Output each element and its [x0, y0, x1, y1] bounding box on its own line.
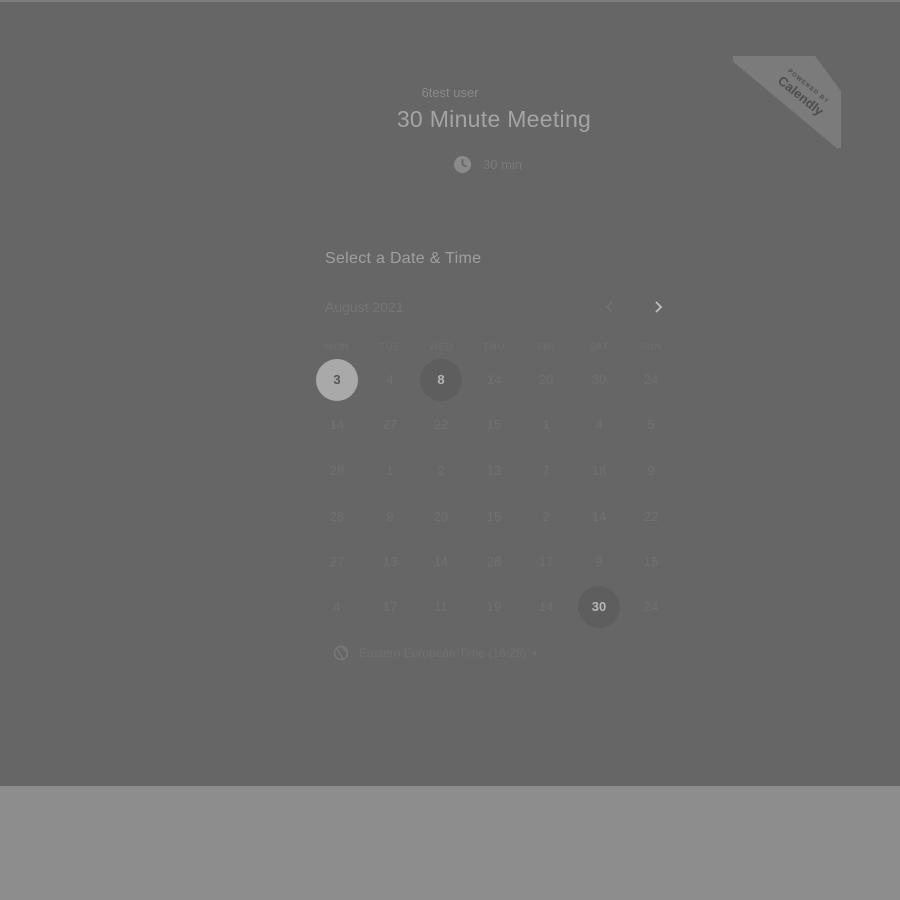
month-label: August 2021 — [325, 299, 404, 315]
event-title: 30 Minute Meeting — [396, 106, 592, 132]
calendar-day: 15 — [486, 509, 502, 524]
calendar-day: 4 — [333, 599, 341, 614]
previous-month-button[interactable] — [600, 297, 620, 317]
calendar-day: 14 — [329, 417, 345, 432]
calendar-day: 30 — [591, 372, 607, 387]
calendar-day: 18 — [591, 463, 607, 478]
calendar-day: 13 — [382, 554, 398, 569]
section-title: Select a Date & Time — [325, 250, 482, 267]
calendar-day-available[interactable]: 8 — [420, 359, 462, 401]
calendar-day: 2 — [437, 463, 445, 478]
calendar-day: 15 — [486, 417, 502, 432]
calendar-day: 9 — [386, 509, 394, 524]
calendar-day: 4 — [386, 372, 394, 387]
calendar-day: 28 — [329, 463, 345, 478]
calendar-day: 24 — [643, 599, 659, 614]
calendar-day: 11 — [434, 599, 448, 614]
calendar-day: 13 — [486, 463, 502, 478]
calendar-day: 1 — [542, 417, 550, 432]
calendar-day: 9 — [647, 463, 655, 478]
weekday-label: MON — [324, 342, 350, 353]
duration-info: 30 min — [453, 154, 522, 174]
calendar-day: 28 — [486, 554, 502, 569]
calendar-day: 4 — [595, 417, 603, 432]
calendar-day: 22 — [433, 417, 449, 432]
timezone-selector[interactable]: Eastern European Time (16:28) ▼ — [333, 645, 538, 661]
calendar-day: 17 — [538, 554, 554, 569]
calendar-day: 20 — [433, 509, 449, 524]
chevron-left-icon — [605, 301, 613, 313]
clock-icon — [453, 155, 472, 173]
duration-text: 30 min — [483, 156, 523, 172]
calendar-day: 22 — [643, 509, 659, 524]
calendar-day: 27 — [329, 554, 345, 569]
weekday-label: THU — [482, 342, 506, 353]
globe-icon — [333, 645, 349, 661]
calendar-day: 2 — [542, 509, 550, 524]
calendar-day: 17 — [382, 599, 398, 614]
calendar-day: 14 — [486, 372, 502, 387]
caret-down-icon: ▼ — [530, 648, 539, 658]
weekday-label: SAT — [588, 342, 610, 353]
timezone-label: Eastern European Time (16:28) — [359, 646, 527, 660]
calendar-day: 20 — [538, 372, 554, 387]
calendar-day: 9 — [595, 554, 603, 569]
calendar-day: 5 — [647, 417, 655, 432]
next-month-button[interactable] — [648, 297, 668, 317]
weekday-label: FRI — [537, 342, 555, 353]
calendar-day: 7 — [542, 463, 550, 478]
calendar-day: 1 — [386, 463, 394, 478]
calendar-day: 24 — [643, 372, 659, 387]
calendar-day: 14 — [433, 554, 449, 569]
calendar-day: 19 — [486, 599, 502, 614]
powered-by-calendly-badge[interactable]: POWERED BY Calendly — [733, 56, 841, 148]
calendar-day: 28 — [329, 509, 345, 524]
calendar-day: 27 — [382, 417, 398, 432]
calendar-day: 15 — [643, 554, 659, 569]
chevron-right-icon — [655, 301, 663, 313]
weekday-label: SUN — [639, 342, 663, 353]
calendar-day-available[interactable]: 3 — [316, 359, 358, 401]
calendar-day: 14 — [538, 599, 554, 614]
calendar-day: 14 — [591, 509, 607, 524]
weekday-label: WED — [428, 342, 454, 353]
calendar-day-available[interactable]: 30 — [578, 586, 620, 628]
host-name: 6test user — [421, 85, 479, 100]
